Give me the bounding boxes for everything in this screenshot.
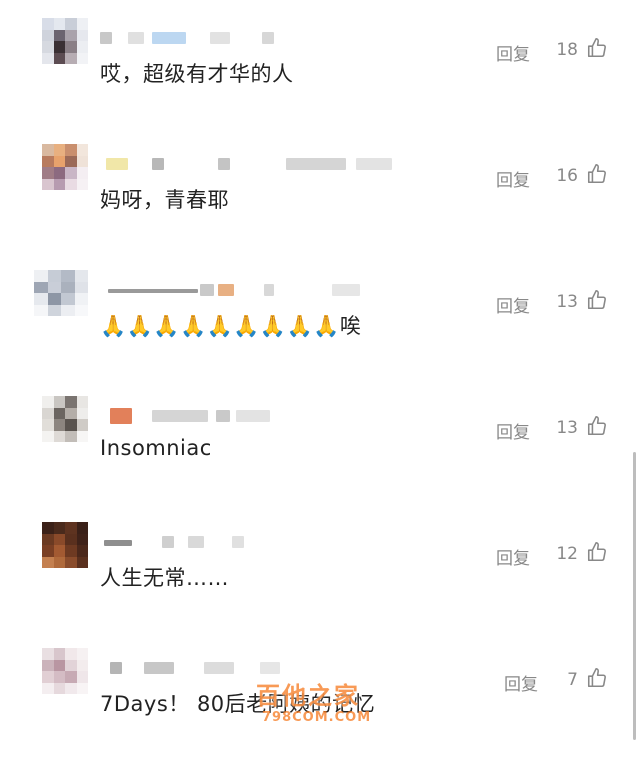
comment-item: 妈呀，青春耶 回复 16	[0, 144, 640, 264]
username-blurred[interactable]	[100, 408, 400, 424]
reply-button[interactable]: 回复	[496, 292, 530, 317]
thumb-up-icon[interactable]	[586, 37, 608, 59]
username-blurred[interactable]	[100, 32, 400, 46]
reply-button[interactable]: 回复	[496, 544, 530, 569]
reply-button[interactable]: 回复	[496, 166, 530, 191]
avatar[interactable]	[42, 144, 88, 190]
avatar[interactable]	[42, 18, 88, 64]
like-count: 12	[556, 544, 578, 564]
comment-item: Insomniac 回复 13	[0, 396, 640, 516]
avatar[interactable]	[42, 396, 88, 442]
avatar[interactable]	[34, 270, 88, 316]
comment-text: 🙏🙏🙏🙏🙏🙏🙏🙏🙏唉	[100, 314, 362, 338]
username-blurred[interactable]	[100, 284, 400, 298]
reply-button[interactable]: 回复	[504, 670, 538, 695]
comment-item: 哎，超级有才华的人 回复 18	[0, 18, 640, 138]
comment-text: 妈呀，青春耶	[100, 188, 229, 212]
comment-text: 哎，超级有才华的人	[100, 62, 294, 86]
watermark-url: 798COM.COM	[262, 710, 372, 725]
like-count: 7	[567, 670, 578, 690]
thumb-up-icon[interactable]	[586, 541, 608, 563]
thumb-up-icon[interactable]	[586, 667, 608, 689]
like-count: 13	[556, 292, 578, 312]
watermark-logo: 百他之家	[256, 682, 360, 710]
username-blurred[interactable]	[100, 158, 400, 172]
thumb-up-icon[interactable]	[586, 289, 608, 311]
thumb-up-icon[interactable]	[586, 163, 608, 185]
thumb-up-icon[interactable]	[586, 415, 608, 437]
like-count: 18	[556, 40, 578, 60]
username-blurred[interactable]	[100, 536, 400, 550]
comment-item: 🙏🙏🙏🙏🙏🙏🙏🙏🙏唉 回复 13	[0, 270, 640, 390]
comment-text: Insomniac	[100, 436, 212, 460]
scrollbar[interactable]	[633, 452, 636, 740]
username-blurred[interactable]	[100, 662, 400, 676]
avatar[interactable]	[42, 522, 88, 568]
reply-button[interactable]: 回复	[496, 418, 530, 443]
comment-item: 人生无常…… 回复 12	[0, 522, 640, 642]
reply-button[interactable]: 回复	[496, 40, 530, 65]
avatar[interactable]	[42, 648, 88, 694]
like-count: 16	[556, 166, 578, 186]
comment-text: 人生无常……	[100, 566, 229, 590]
like-count: 13	[556, 418, 578, 438]
